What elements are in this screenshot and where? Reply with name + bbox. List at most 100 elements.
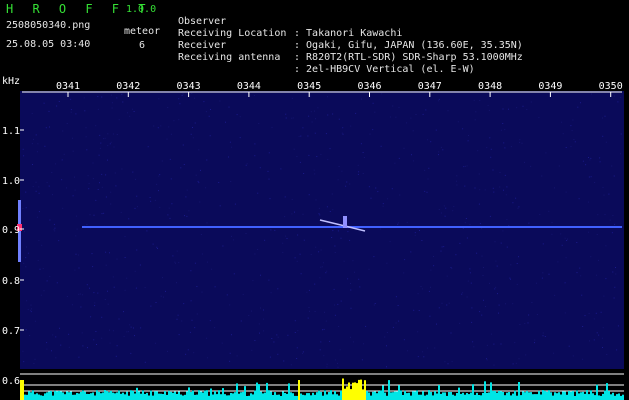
trace-bar <box>152 395 154 400</box>
trace-bar <box>384 392 386 400</box>
trace-bar <box>484 381 486 400</box>
noise-pixel <box>79 293 81 295</box>
noise-pixel <box>469 268 471 270</box>
noise-pixel <box>337 179 339 181</box>
noise-pixel <box>548 210 550 212</box>
noise-pixel <box>46 182 48 184</box>
noise-pixel <box>332 230 334 232</box>
noise-pixel <box>464 222 466 224</box>
noise-pixel <box>509 277 511 279</box>
trace-bar <box>192 390 194 400</box>
noise-pixel <box>404 259 406 261</box>
noise-pixel <box>157 248 158 249</box>
noise-pixel <box>139 264 141 266</box>
noise-pixel <box>109 329 110 331</box>
noise-pixel <box>116 345 118 347</box>
trace-bar <box>510 395 512 400</box>
noise-pixel <box>32 186 34 188</box>
noise-pixel <box>479 189 481 191</box>
noise-pixel <box>374 111 376 113</box>
noise-pixel <box>468 135 469 136</box>
noise-pixel <box>504 174 506 176</box>
noise-pixel <box>528 314 530 316</box>
noise-pixel <box>444 215 446 217</box>
noise-pixel <box>51 350 52 352</box>
noise-pixel <box>93 214 95 216</box>
noise-pixel <box>134 207 136 209</box>
x-tick-label: 0342 <box>116 81 140 92</box>
noise-pixel <box>490 156 492 158</box>
noise-pixel <box>282 242 284 244</box>
noise-pixel <box>337 230 339 232</box>
trace-bar <box>534 394 536 400</box>
noise-pixel <box>403 147 405 149</box>
noise-pixel <box>191 93 193 94</box>
noise-pixel <box>38 240 40 242</box>
noise-pixel <box>113 286 115 288</box>
noise-pixel <box>176 250 178 252</box>
noise-pixel <box>135 287 137 289</box>
noise-pixel <box>617 325 619 327</box>
trace-bar <box>506 392 508 400</box>
noise-pixel <box>562 133 564 135</box>
noise-pixel <box>530 165 532 167</box>
trace-bar <box>416 390 418 400</box>
noise-pixel <box>23 231 25 233</box>
noise-pixel <box>352 341 354 343</box>
trace-bar <box>138 391 140 400</box>
noise-pixel <box>92 178 94 180</box>
noise-pixel <box>75 113 77 115</box>
noise-pixel <box>270 292 272 294</box>
noise-pixel <box>291 97 293 99</box>
trace-bar <box>234 392 236 400</box>
noise-pixel <box>403 272 405 274</box>
noise-pixel <box>25 191 27 193</box>
noise-pixel <box>271 126 273 128</box>
noise-pixel <box>349 239 351 241</box>
noise-pixel <box>495 286 497 288</box>
trace-bar <box>352 382 354 400</box>
noise-pixel <box>105 174 107 176</box>
noise-pixel <box>327 96 328 98</box>
noise-pixel <box>487 104 489 106</box>
trace-bar <box>482 392 484 400</box>
noise-pixel <box>111 107 113 109</box>
noise-pixel <box>104 299 106 300</box>
trace-bar <box>96 390 98 400</box>
trace-bar <box>402 395 404 400</box>
noise-pixel <box>347 231 349 233</box>
noise-pixel <box>169 158 171 160</box>
noise-pixel <box>207 357 209 359</box>
trace-bar <box>110 390 112 400</box>
trace-bar <box>410 395 412 400</box>
trace-bar <box>400 390 402 400</box>
trace-bar <box>470 392 472 400</box>
noise-pixel <box>554 187 555 189</box>
trace-bar <box>338 395 340 400</box>
noise-pixel <box>22 148 24 150</box>
noise-pixel <box>582 326 584 327</box>
noise-pixel <box>478 173 480 175</box>
noise-pixel <box>162 277 163 279</box>
noise-pixel <box>251 310 252 312</box>
noise-pixel <box>239 137 241 139</box>
noise-pixel <box>573 139 575 140</box>
trace-bar <box>48 391 50 400</box>
noise-pixel <box>101 96 103 98</box>
trace-bar <box>584 393 586 400</box>
noise-pixel <box>505 194 507 196</box>
noise-pixel <box>37 259 39 261</box>
noise-pixel <box>248 315 250 316</box>
noise-pixel <box>268 178 270 180</box>
trace-bar <box>188 387 190 400</box>
noise-pixel <box>158 190 159 192</box>
trace-bar <box>304 395 306 400</box>
noise-pixel <box>596 234 598 235</box>
trace-bar <box>586 390 588 400</box>
noise-pixel <box>380 145 382 147</box>
noise-pixel <box>166 138 168 140</box>
noise-pixel <box>314 311 316 312</box>
noise-pixel <box>259 332 260 334</box>
noise-pixel <box>191 319 193 321</box>
noise-pixel <box>36 151 38 153</box>
